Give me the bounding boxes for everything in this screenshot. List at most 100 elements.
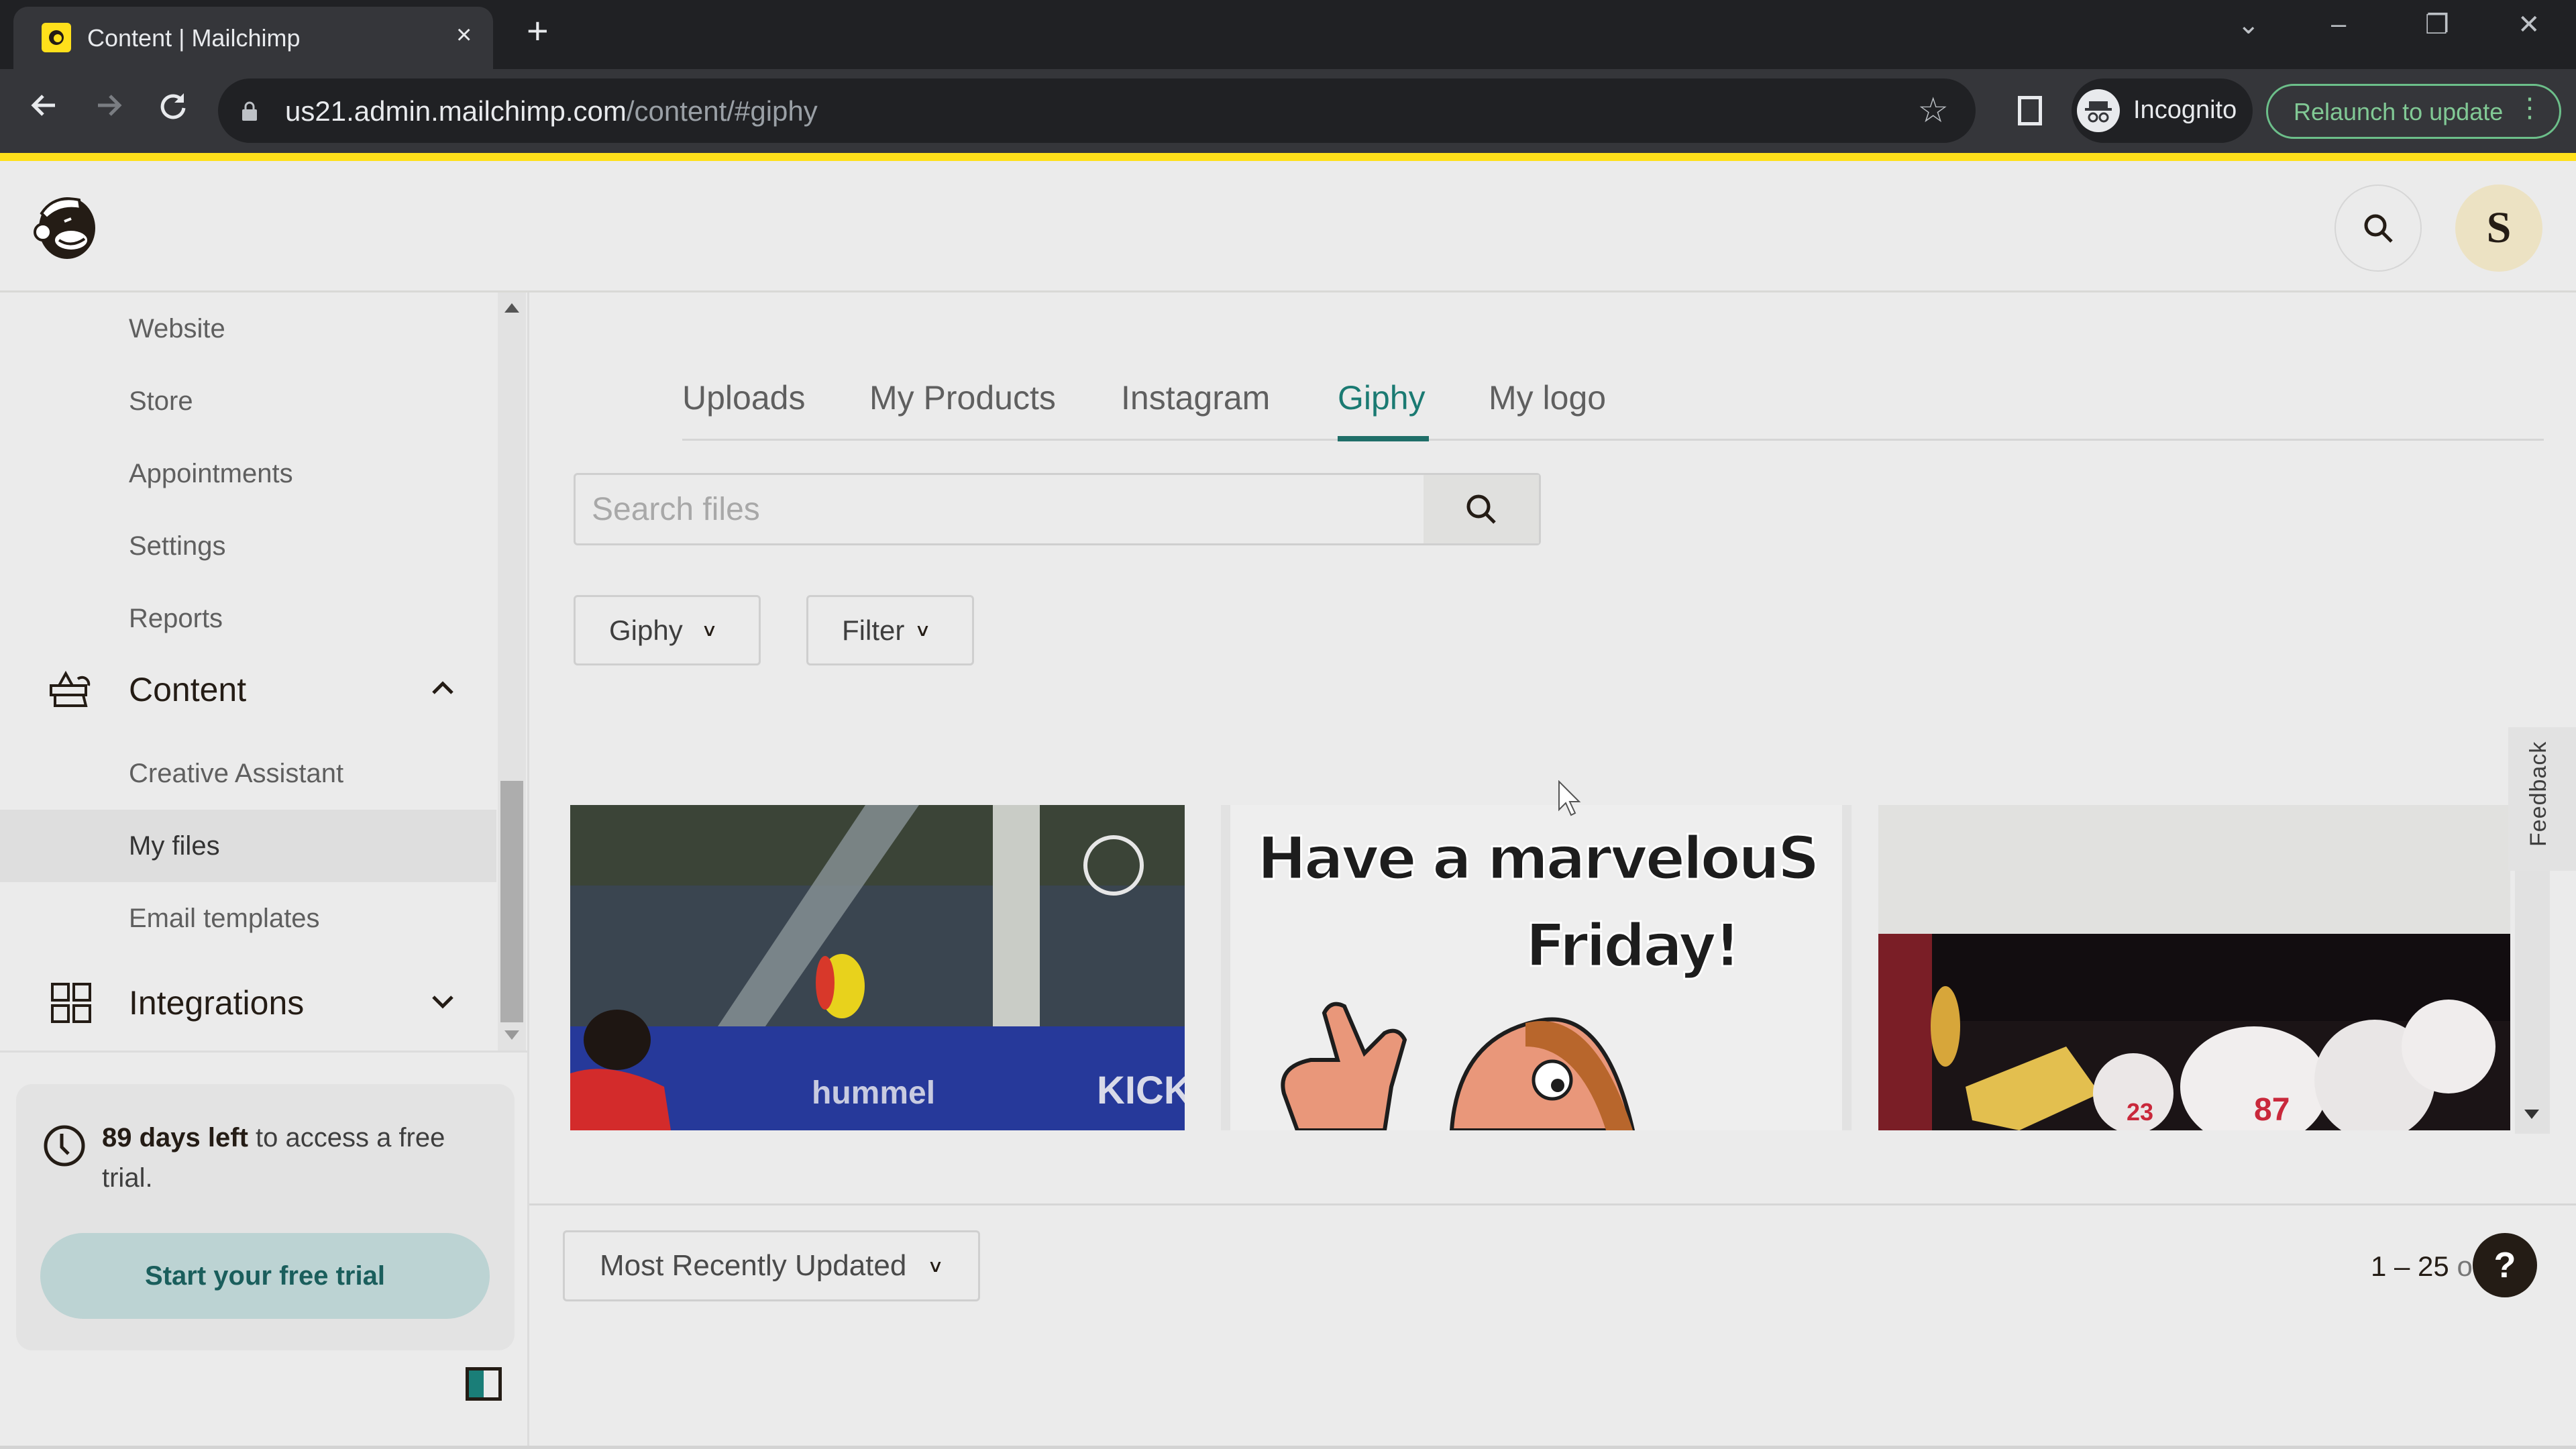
chevron-down-icon: ∨ [914,620,932,640]
active-tab-indicator [1338,436,1429,441]
source-dropdown-value: Giphy [609,614,683,646]
pagination-range: 1 – 25 o [2371,1250,2473,1283]
scroll-up-arrow-icon[interactable] [504,303,519,313]
main-content: Uploads My Products Instagram Giphy My l… [529,292,2576,1449]
sidebar: Website Store Appointments Settings Repo… [0,292,529,1449]
sidebar-item-label: Creative Assistant [129,758,344,788]
gif-thumbnail[interactable]: 87 23 [1878,805,2510,1130]
sidebar-section-content[interactable]: Content [0,653,496,727]
help-button[interactable]: ? [2473,1233,2537,1297]
help-icon: ? [2493,1245,2516,1285]
new-tab-button[interactable]: + [527,12,549,50]
incognito-icon [2077,89,2120,132]
scroll-down-arrow-icon[interactable] [2524,1110,2539,1119]
gif-caption-line2: Friday! [1525,911,1738,980]
chevron-down-icon: ∨ [927,1255,945,1276]
sort-dropdown[interactable]: Most Recently Updated ∨ [563,1230,980,1301]
sidebar-scrollbar[interactable] [498,292,526,1051]
gif-thumbnail[interactable]: KICK hummel [570,805,1185,1130]
sidebar-scrollbar-thumb[interactable] [500,781,523,1022]
browser-menu-icon[interactable]: ⋮ [2516,93,2543,123]
mouse-cursor-icon [1558,780,1581,816]
start-free-trial-button[interactable]: Start your free trial [40,1233,490,1319]
window-close-icon[interactable]: ✕ [2518,9,2540,40]
tab-title: Content | Mailchimp [87,24,301,52]
incognito-label: Incognito [2133,96,2237,124]
football-gif-image: 87 23 [1878,805,2510,1130]
filter-dropdown[interactable]: Filter ∨ [806,595,974,665]
tab-uploads[interactable]: Uploads [682,378,805,417]
tab-my-products[interactable]: My Products [869,378,1056,417]
gif-caption-line1: Have a marvelouS [1257,824,1817,893]
back-icon[interactable] [28,89,60,127]
url-path: /content/#giphy [626,95,818,127]
forward-icon[interactable] [93,89,125,127]
sidebar-section-label: Content [129,671,247,708]
filter-dropdown-label: Filter [842,614,905,646]
sidebar-section-integrations[interactable]: Integrations [0,966,496,1040]
svg-text:hummel: hummel [812,1075,935,1111]
relaunch-to-update-button[interactable]: Relaunch to update ⋮ [2266,84,2561,139]
sidebar-item-label: My files [129,830,220,861]
sort-dropdown-value: Most Recently Updated [600,1249,907,1282]
url-host: us21.admin.mailchimp.com [285,95,627,127]
sidebar-section-label: Integrations [129,984,305,1022]
global-search-button[interactable] [2334,184,2422,272]
sidebar-item-appointments[interactable]: Appointments [0,437,496,510]
minimize-icon[interactable]: – [2331,9,2346,40]
sidebar-item-settings[interactable]: Settings [0,510,496,582]
gallery-scrollbar[interactable] [2515,871,2550,1134]
chevron-down-icon[interactable] [429,993,456,1013]
browser-tab-bar: Content | Mailchimp × + ⌄ – ❐ ✕ [0,0,2576,69]
bookmark-star-icon[interactable]: ☆ [1917,91,1949,131]
sidebar-item-label: Email templates [129,903,320,933]
user-avatar[interactable]: S [2455,184,2542,272]
tab-search-icon[interactable]: ⌄ [2237,9,2260,40]
restore-icon[interactable]: ❐ [2425,9,2449,40]
search-submit-button[interactable] [1424,475,1539,543]
browser-toolbar: us21.admin.mailchimp.com/content/#giphy … [0,69,2576,153]
content-icon [50,670,91,707]
tab-giphy[interactable]: Giphy [1338,378,1426,417]
clock-icon [44,1125,85,1167]
footer-divider [529,1203,2576,1205]
gif-thumbnail[interactable]: Have a marvelouS Friday! [1221,805,1851,1130]
tab-instagram[interactable]: Instagram [1121,378,1270,417]
reload-icon[interactable] [157,89,189,127]
sidebar-item-website[interactable]: Website [0,292,496,365]
feedback-tab[interactable]: Feedback [2508,727,2576,871]
mailchimp-logo-icon[interactable] [27,188,102,263]
tab-my-logo[interactable]: My logo [1489,378,1606,417]
browser-tab[interactable]: Content | Mailchimp × [13,7,493,69]
source-dropdown[interactable]: Giphy ∨ [574,595,761,665]
address-bar[interactable]: us21.admin.mailchimp.com/content/#giphy … [218,78,1976,143]
sidebar-item-creative-assistant[interactable]: Creative Assistant [0,737,496,810]
search-icon [2364,214,2393,243]
sidebar-item-email-templates[interactable]: Email templates [0,882,496,955]
gif-overlay-text: KICK [1097,1069,1185,1112]
tab-close-icon[interactable]: × [456,20,472,50]
free-trial-card: 89 days left to access a free trial. Sta… [16,1084,515,1350]
collapse-sidebar-icon[interactable] [466,1367,502,1401]
sidebar-divider [0,1051,527,1053]
svg-text:87: 87 [2254,1092,2290,1128]
page-loading-bar [0,153,2576,161]
relaunch-label: Relaunch to update [2294,98,2504,125]
incognito-indicator[interactable]: Incognito [2072,78,2253,143]
sidebar-item-label: Appointments [129,458,293,488]
search-files-input[interactable] [576,475,1421,543]
sidebar-item-store[interactable]: Store [0,365,496,437]
side-panel-icon[interactable] [2018,96,2042,125]
sidebar-item-label: Website [129,313,225,343]
sidebar-item-reports[interactable]: Reports [0,582,496,655]
sidebar-item-label: Settings [129,531,226,561]
url-text: us21.admin.mailchimp.com/content/#giphy [285,95,818,127]
integrations-grid-icon [51,983,91,1023]
svg-text:23: 23 [2127,1098,2153,1126]
start-free-trial-label: Start your free trial [145,1260,385,1291]
feedback-label: Feedback [2526,741,2551,847]
chevron-up-icon[interactable] [429,677,456,697]
scroll-down-arrow-icon[interactable] [504,1030,519,1040]
lock-icon [242,101,257,121]
sidebar-item-my-files[interactable]: My files [0,810,496,882]
